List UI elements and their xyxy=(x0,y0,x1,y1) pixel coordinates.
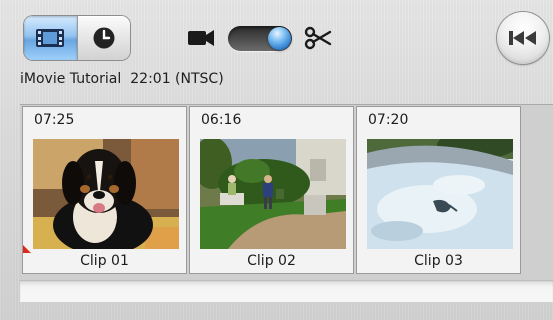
clip-card[interactable]: 07:20 Clip 03 xyxy=(356,106,521,274)
view-toggle xyxy=(24,16,130,60)
project-title: iMovie Tutorial xyxy=(20,71,122,87)
clip-pane: 07:25 Clip 01 06:16 Clip 02 07:20 Clip 0… xyxy=(20,104,553,280)
film-strip-icon xyxy=(36,29,65,47)
clip-card[interactable]: 06:16 Clip 02 xyxy=(189,106,354,274)
rewind-button[interactable] xyxy=(497,12,549,64)
clip-thumbnail[interactable] xyxy=(33,139,179,249)
timeline-view-button[interactable] xyxy=(76,16,131,60)
toggle-knob[interactable] xyxy=(268,27,291,50)
clip-thumbnail[interactable] xyxy=(200,139,346,249)
project-duration: 22:01 (NTSC) xyxy=(130,71,224,87)
clip-marker xyxy=(23,245,31,253)
clip-name: Clip 01 xyxy=(80,253,129,269)
rewind-to-start-icon xyxy=(509,31,536,45)
clock-icon xyxy=(93,27,115,49)
clip-name: Clip 03 xyxy=(414,253,463,269)
clip-name: Clip 02 xyxy=(247,253,296,269)
clip-duration: 07:25 xyxy=(34,112,75,128)
camera-icon xyxy=(188,30,214,46)
clip-pane-scrollbar[interactable] xyxy=(20,280,553,302)
mode-toggle-switch[interactable] xyxy=(228,26,292,51)
clip-card[interactable]: 07:25 Clip 01 xyxy=(22,106,187,274)
mode-switch xyxy=(186,20,336,56)
clip-view-button[interactable] xyxy=(24,16,77,60)
clip-duration: 06:16 xyxy=(201,112,242,128)
scissors-icon xyxy=(304,26,332,50)
project-info: iMovie Tutorial 22:01 (NTSC) xyxy=(20,71,224,87)
clip-thumbnail[interactable] xyxy=(367,139,513,249)
clip-duration: 07:20 xyxy=(368,112,409,128)
